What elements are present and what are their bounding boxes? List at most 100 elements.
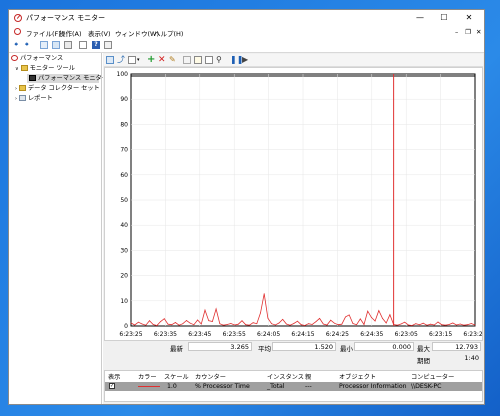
properties-icon[interactable] [205,56,213,64]
y-tick-label: 100 [117,71,129,78]
show-checkbox[interactable]: ✓ [109,383,115,389]
data-point [193,324,195,326]
menu-action[interactable]: 操作(A) [59,28,82,38]
data-point [237,323,239,325]
x-tick-label: 6:23:15 [429,331,452,338]
x-tick-label: 6:24:25 [326,331,349,338]
export-list-icon[interactable] [79,41,87,49]
counter-row[interactable]: ✓ 1.0 % Processor Time _Total --- Proces… [105,382,482,391]
data-point [271,323,272,325]
update-data-icon[interactable]: ▶ [242,56,250,64]
help-icon[interactable]: ? [92,41,100,49]
data-point [404,321,406,323]
data-point [234,324,236,326]
header-instance[interactable]: インスタンス [267,372,304,381]
series-color-swatch [138,386,160,387]
maximize-button[interactable]: ☐ [433,10,455,26]
mdi-close-button[interactable]: ✕ [476,28,481,36]
freeze-display-icon[interactable]: ❚❚ [230,56,243,64]
maximum-value: 12.793 [432,342,481,351]
maximum-label: 最大 [417,345,430,353]
tree-item-performance[interactable]: パフォーマンス [11,54,63,63]
header-computer[interactable]: コンピューター [411,372,454,381]
mdi-minimize-button[interactable]: – [455,28,458,36]
data-point [411,325,413,326]
menu-file[interactable]: ファイル(F) [26,28,61,38]
data-point [448,324,450,325]
header-parent[interactable]: 親 [305,372,311,381]
add-counter-icon[interactable]: + [147,55,155,65]
zoom-icon[interactable]: ⚲ [216,56,224,64]
y-tick-label: 0 [124,323,128,330]
menu-help[interactable]: ヘルプ(H) [154,28,183,38]
performance-chart[interactable]: 100 90 80 70 60 50 40 30 20 10 0 6:23:25 6:23:35 6:23… [104,67,487,341]
data-point [330,319,332,321]
header-show[interactable]: 表示 [108,372,120,381]
header-scale[interactable]: スケール [164,372,189,381]
data-point [367,310,369,312]
data-point [204,309,206,311]
graph-type-dropdown-icon[interactable]: ▾ [137,56,145,64]
data-point [163,318,165,320]
close-button[interactable]: ✕ [458,10,480,26]
counter-parent: --- [305,383,312,390]
header-counter[interactable]: カウンター [195,372,226,381]
data-point [297,320,298,322]
counter-scale: 1.0 [167,383,177,390]
view-current-activity-icon[interactable] [106,56,114,64]
view-icon[interactable] [104,41,112,49]
chevron-down-icon: ∨ [15,66,19,72]
data-point [149,320,150,322]
data-point [352,323,354,324]
chevron-right-icon: › [15,86,17,92]
data-point [267,317,269,319]
x-tick-label: 6:23:25 [119,331,142,338]
data-point [182,323,184,325]
data-point [156,325,158,326]
data-point [463,324,465,326]
data-point [415,323,417,325]
data-point [334,322,335,324]
y-tick-label: 10 [120,298,128,305]
minimize-button[interactable]: — [409,10,431,26]
tree-item-performance-monitor[interactable]: パフォーマンス モニター [27,74,108,83]
copy-properties-icon[interactable] [183,56,191,64]
forward-arrow-icon[interactable]: 🠺 [25,41,33,49]
data-point [426,324,428,326]
data-point [304,325,306,326]
highlight-icon[interactable]: ✎ [169,56,177,64]
data-collector-icon [18,85,26,91]
y-tick-label: 20 [120,273,128,280]
data-point [456,324,457,326]
data-point [345,316,346,318]
data-point [197,319,198,321]
delete-counter-icon[interactable]: ✕ [158,56,166,65]
menu-window[interactable]: ウィンドウ(W) [115,28,159,38]
change-graph-type-icon[interactable] [128,56,136,64]
title-bar[interactable]: パフォーマンス モニター — ☐ ✕ [9,10,484,26]
tree-item-reports[interactable]: › レポート [15,94,53,103]
show-hide-tree-icon[interactable] [52,41,60,49]
header-color[interactable]: カラー [138,372,157,381]
tree-item-data-collector-sets[interactable]: › データ コレクター セット [15,84,100,93]
properties-icon[interactable] [64,41,72,49]
mdi-restore-button[interactable]: ❐ [465,28,471,36]
graph-toolbar: ⤴ ▾ + ✕ ✎ ⚲ ❚❚ ▶ [104,54,483,67]
mdi-app-icon [14,28,21,35]
data-point [171,324,173,326]
y-tick-label: 70 [120,147,128,154]
minimum-value: 0.000 [354,342,414,351]
y-tick-label: 90 [120,96,128,103]
data-point [241,320,243,322]
header-object[interactable]: オブジェクト [339,372,376,381]
data-point [208,320,210,322]
data-point [274,324,276,326]
menu-view[interactable]: 表示(V) [88,28,111,38]
tree-item-monitoring-tools[interactable]: ∨ モニター ツール [15,64,75,73]
view-log-data-icon[interactable]: ⤴ [117,56,125,64]
back-arrow-icon[interactable]: 🠸 [14,41,22,49]
folder-up-icon[interactable] [40,41,48,49]
data-point [200,323,202,325]
paste-counter-list-icon[interactable] [194,56,202,64]
main-toolbar: 🠸 🠺 ? [9,39,484,53]
